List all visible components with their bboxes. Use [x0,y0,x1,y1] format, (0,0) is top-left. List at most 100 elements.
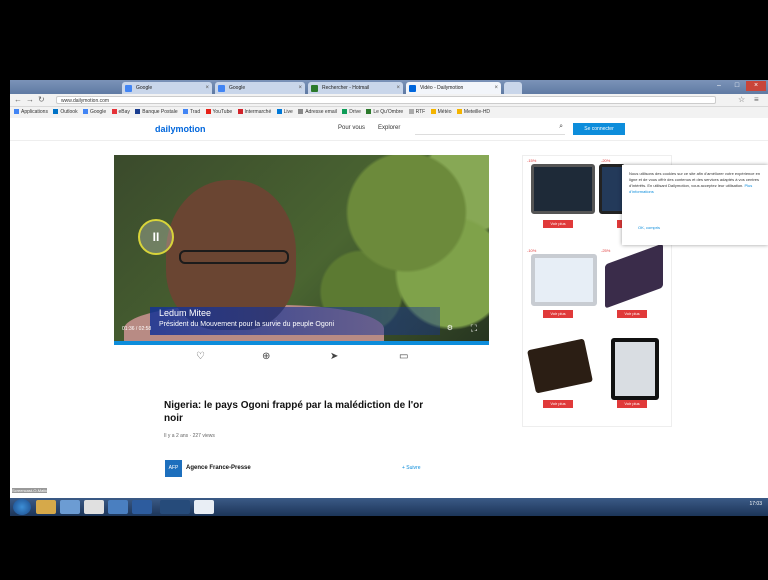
bookmark-item[interactable]: Banque Postale [135,107,178,118]
close-window-icon[interactable]: × [746,81,766,91]
forward-icon[interactable]: → [26,95,34,105]
bookmark-item[interactable]: Adresse email [298,107,337,118]
chrome-icon[interactable] [160,500,190,514]
tv-icon[interactable]: ▭ [399,351,408,362]
time-display: 01:36 / 02:58 [122,326,152,332]
word-icon[interactable] [132,500,152,514]
bookmark-item[interactable]: Meteille-HD [456,107,490,118]
ebay-icon [111,109,117,114]
tablet-image [531,254,597,306]
tab-google-1[interactable]: Google × [122,82,212,94]
nav-explorer[interactable]: Explorer [378,125,400,131]
bookmark-item[interactable]: YouTube [205,107,232,118]
address-bar: ← → ↻ www.dailymotion.com ☆ ≡ [10,94,768,107]
folder-icon [456,109,462,114]
ad-item[interactable]: -25% Voir plus [597,243,669,334]
ad-item[interactable]: -15% Voir plus [523,156,595,244]
tab-label: Rechercher - Hotmail [322,85,370,91]
channel-avatar[interactable]: AFP [165,460,182,477]
settings-icon[interactable]: ⚙ [447,324,453,332]
nav-pour-vous[interactable]: Pour vous [338,125,365,131]
ad-button[interactable]: Voir plus [543,400,573,408]
tablet-image [611,338,659,400]
ad-item[interactable]: Voir plus [523,336,595,424]
tablet-image [527,338,593,394]
cookie-text: Nous utilisons des cookies sur ce site a… [629,171,761,188]
close-icon[interactable]: × [298,82,302,94]
channel-name[interactable]: Agence France-Presse [186,465,251,471]
google-icon [218,85,225,92]
signup-button[interactable]: Se connecter [573,123,625,135]
apps-icon [14,109,19,114]
video-frame-glasses [179,250,289,264]
mail-icon [298,109,304,114]
ad-button[interactable]: Voir plus [543,220,573,228]
bookmark-item[interactable]: Live [276,107,293,118]
maximize-icon[interactable]: □ [728,81,746,91]
youtube-icon [205,109,211,114]
pause-icon[interactable]: II [138,219,174,255]
browser-window: Google × Google × Rechercher - Hotmail ×… [10,80,768,516]
minimize-icon[interactable]: – [710,81,728,91]
tab-bar: Google × Google × Rechercher - Hotmail ×… [10,80,768,94]
start-button[interactable] [13,499,31,515]
bookmark-item[interactable]: Intermarché [237,107,271,118]
menu-icon[interactable]: ≡ [754,95,759,105]
like-icon[interactable]: ♡ [196,351,205,362]
taskbar: 17:03 [10,498,768,516]
bookmark-item[interactable]: Météo [430,107,452,118]
video-meta: Il y a 2 ans · 227 views [164,433,215,439]
star-icon[interactable]: ☆ [738,95,745,105]
globe-icon [366,109,372,114]
reload-icon[interactable]: ↻ [38,95,45,105]
share-icon[interactable]: ➤ [330,351,338,362]
fullscreen-icon[interactable]: ⛶ [471,323,477,334]
close-icon[interactable]: × [396,82,400,94]
back-icon[interactable]: ← [14,95,22,105]
bookmark-item[interactable]: RTF [408,107,425,118]
url-input[interactable]: www.dailymotion.com [56,96,716,104]
ad-button[interactable]: Voir plus [617,310,647,318]
add-icon[interactable]: ⊕ [262,351,270,362]
caption-title: Président du Mouvement pour la survie du… [159,321,335,328]
tab-dailymotion[interactable]: Vidéo - Dailymotion × [406,82,501,94]
dailymotion-logo[interactable]: dailymotion [155,124,206,134]
recorder-icon[interactable] [84,500,104,514]
close-icon[interactable]: × [205,82,209,94]
tab-label: Google [229,85,246,91]
tab-google-2[interactable]: Google × [215,82,305,94]
document-icon[interactable] [194,500,214,514]
follow-button[interactable]: + Suivre [402,465,420,471]
video-player[interactable]: Ledum Mitee Président du Mouvement pour … [114,155,489,345]
app-icon[interactable] [108,500,128,514]
progress-bar[interactable] [114,341,489,345]
media-icon[interactable] [60,500,80,514]
mail-icon [311,85,318,92]
cookie-ok-button[interactable]: OK, compris [638,225,660,231]
bookmark-item[interactable]: Le Qu'Ombre [366,107,403,118]
bookmark-item[interactable]: Outlook [53,107,78,118]
search-input[interactable]: ⌕ [415,123,565,135]
tab-hotmail[interactable]: Rechercher - Hotmail × [308,82,403,94]
video-title: Nigeria: le pays Ogoni frappé par la mal… [164,400,424,424]
bookmark-item[interactable]: Drive [342,107,361,118]
explorer-icon[interactable] [36,500,56,514]
ad-item[interactable]: -10% Voir plus [523,246,597,334]
live-icon [276,109,282,114]
bookmark-item[interactable]: eBay [111,107,130,118]
bookmark-item[interactable]: Trad [183,107,200,118]
ad-button[interactable]: Voir plus [617,400,647,408]
close-icon[interactable]: × [494,82,498,94]
bookmark-item[interactable]: Applications [14,107,48,118]
ad-item[interactable]: Voir plus [597,336,669,424]
page-icon [408,109,414,114]
google-icon [125,85,132,92]
bookmark-item[interactable]: Google [82,107,106,118]
new-tab-button[interactable] [504,82,522,94]
ad-button[interactable]: Voir plus [543,310,573,318]
clock[interactable]: 17:03 [749,501,762,507]
recorder-watermark: Screencast-O-Matic [12,488,48,493]
cookie-notice: Nous utilisons des cookies sur ce site a… [622,165,768,245]
search-icon[interactable]: ⌕ [559,123,563,131]
translate-icon [183,109,188,114]
